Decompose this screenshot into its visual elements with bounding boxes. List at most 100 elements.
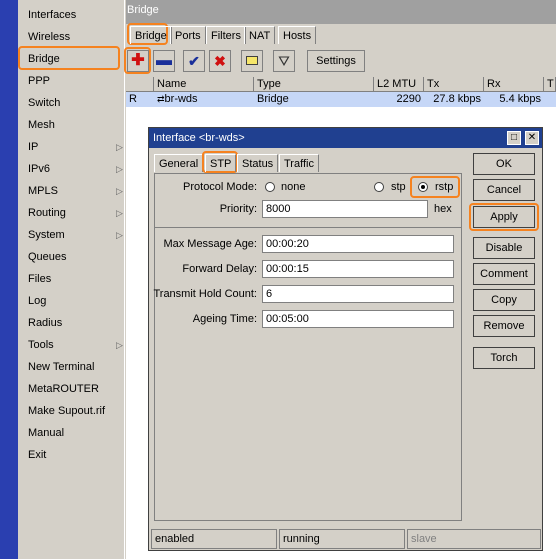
menu-item-wireless[interactable]: Wireless <box>28 28 70 46</box>
menu-item-manual[interactable]: Manual <box>28 424 64 442</box>
tab-label: General <box>159 158 199 170</box>
menu-item-exit[interactable]: Exit <box>28 446 46 464</box>
flag-column-header[interactable] <box>126 77 154 92</box>
tab-label: Status <box>242 158 274 170</box>
name-column-header[interactable]: Name <box>154 77 254 92</box>
rx-column-header[interactable]: Rx <box>484 77 544 92</box>
forward-delay-input[interactable]: 00:00:15 <box>262 260 454 278</box>
menu-item-ipv6[interactable]: IPv6 ▷ <box>28 160 123 178</box>
apply-button[interactable]: Apply <box>473 206 535 228</box>
priority-label: Priority: <box>219 203 257 215</box>
table-row[interactable]: R ⇄br-wds Bridge 2290 27.8 kbps 5.4 kbps <box>126 92 556 107</box>
copy-button[interactable]: Copy <box>473 289 535 311</box>
menu-label: Files <box>28 273 52 285</box>
tab-bridge[interactable]: Bridge <box>130 26 172 44</box>
plus-icon: ✚ <box>131 52 145 69</box>
menu-label: Make Supout.rif <box>28 405 106 417</box>
submenu-arrow-icon: ▷ <box>116 340 123 350</box>
transmit-hold-count-input[interactable]: 6 <box>262 285 454 303</box>
menu-item-files[interactable]: Files <box>28 270 51 288</box>
protocol-stp-radio[interactable] <box>374 182 384 192</box>
comment-button[interactable] <box>241 50 263 72</box>
menu-item-metarouter[interactable]: MetaROUTER <box>28 380 99 398</box>
cancel-button[interactable]: Cancel <box>473 179 535 201</box>
maximize-icon[interactable]: □ <box>507 131 521 145</box>
menu-item-queues[interactable]: Queues <box>28 248 67 266</box>
comment-dialog-button[interactable]: Comment <box>473 263 535 285</box>
menu-item-mesh[interactable]: Mesh <box>28 116 55 134</box>
menu-label: Mesh <box>28 119 55 131</box>
check-icon: ✔ <box>188 53 200 69</box>
menu-label: Exit <box>28 449 47 461</box>
menu-label: New Terminal <box>28 361 95 373</box>
winbox-sidebar <box>0 0 18 559</box>
max-message-age-input[interactable]: 00:00:20 <box>262 235 454 253</box>
menu-label: Bridge <box>28 53 60 65</box>
menu-item-mpls[interactable]: MPLS ▷ <box>28 182 123 200</box>
separator <box>154 227 462 228</box>
dialog-title: Interface <br-wds> <box>153 132 245 144</box>
close-icon[interactable]: ✕ <box>525 131 539 145</box>
menu-item-radius[interactable]: Radius <box>28 314 62 332</box>
settings-button[interactable]: Settings <box>307 50 365 72</box>
forward-delay-label: Forward Delay: <box>182 263 257 275</box>
torch-button[interactable]: Torch <box>473 347 535 369</box>
submenu-arrow-icon: ▷ <box>116 230 123 240</box>
ok-button[interactable]: OK <box>473 153 535 175</box>
disable-button[interactable]: ✖ <box>209 50 231 72</box>
remove-dialog-button[interactable]: Remove <box>473 315 535 337</box>
tab-general[interactable]: General <box>154 154 204 172</box>
submenu-arrow-icon: ▷ <box>116 142 123 152</box>
filter-button[interactable]: ⛛ <box>273 50 295 72</box>
dialog-titlebar: Interface <br-wds> □ ✕ <box>149 128 542 148</box>
type-column-header[interactable]: Type <box>254 77 374 92</box>
tab-nat[interactable]: NAT <box>244 26 276 44</box>
l2mtu-column-header[interactable]: L2 MTU <box>374 77 424 92</box>
tab-traffic[interactable]: Traffic <box>279 154 319 172</box>
menu-label: Switch <box>28 97 61 109</box>
tab-stp[interactable]: STP <box>205 154 237 172</box>
row-l2mtu: 2290 <box>396 93 421 105</box>
tab-ports[interactable]: Ports <box>170 26 206 44</box>
tab-label: STP <box>210 158 232 170</box>
menu-label: MPLS <box>28 185 58 197</box>
disable-dialog-button[interactable]: Disable <box>473 237 535 259</box>
enable-button[interactable]: ✔ <box>183 50 205 72</box>
window-title: Bridge <box>127 4 159 16</box>
priority-input[interactable]: 8000 <box>262 200 428 218</box>
menu-label: IPv6 <box>28 163 51 175</box>
menu-label: Queues <box>28 251 67 263</box>
row-name: ⇄br-wds <box>154 92 254 107</box>
row-name-text: br-wds <box>164 93 198 105</box>
status-running: running <box>279 529 405 549</box>
submenu-arrow-icon: ▷ <box>116 208 123 218</box>
protocol-rstp-radio[interactable] <box>418 182 428 192</box>
menu-item-ppp[interactable]: PPP <box>28 72 50 90</box>
header-label: Tx <box>427 78 440 90</box>
protocol-rstp-label: rstp <box>435 181 454 193</box>
remove-button[interactable]: ▬ <box>153 50 175 72</box>
menu-item-ip[interactable]: IP ▷ <box>28 138 123 156</box>
tab-status[interactable]: Status <box>237 154 279 172</box>
menu-label: Interfaces <box>28 9 77 21</box>
add-button[interactable]: ✚ <box>127 50 149 72</box>
protocol-none-radio[interactable] <box>265 182 275 192</box>
window-titlebar: Bridge <box>126 0 556 24</box>
menu-item-make-supout[interactable]: Make Supout.rif <box>28 402 105 420</box>
tx-column-header[interactable]: Tx <box>424 77 484 92</box>
menu-item-new-terminal[interactable]: New Terminal <box>28 358 94 376</box>
tab-filters[interactable]: Filters <box>206 26 246 44</box>
menu-item-system[interactable]: System ▷ <box>28 226 123 244</box>
tx-packets-column-header[interactable]: T <box>544 77 556 92</box>
menu-item-log[interactable]: Log <box>28 292 46 310</box>
menu-item-switch[interactable]: Switch <box>28 94 60 112</box>
ageing-time-input[interactable]: 00:05:00 <box>262 310 454 328</box>
cross-icon: ✖ <box>214 53 226 69</box>
menu-item-tools[interactable]: Tools ▷ <box>28 336 123 354</box>
menu-item-interfaces[interactable]: Interfaces <box>28 6 76 24</box>
tab-hosts[interactable]: Hosts <box>278 26 317 44</box>
menu-item-routing[interactable]: Routing ▷ <box>28 204 123 222</box>
menu-item-bridge[interactable]: Bridge <box>28 50 60 68</box>
header-label: Rx <box>487 78 501 90</box>
row-rx: 5.4 kbps <box>499 93 541 105</box>
